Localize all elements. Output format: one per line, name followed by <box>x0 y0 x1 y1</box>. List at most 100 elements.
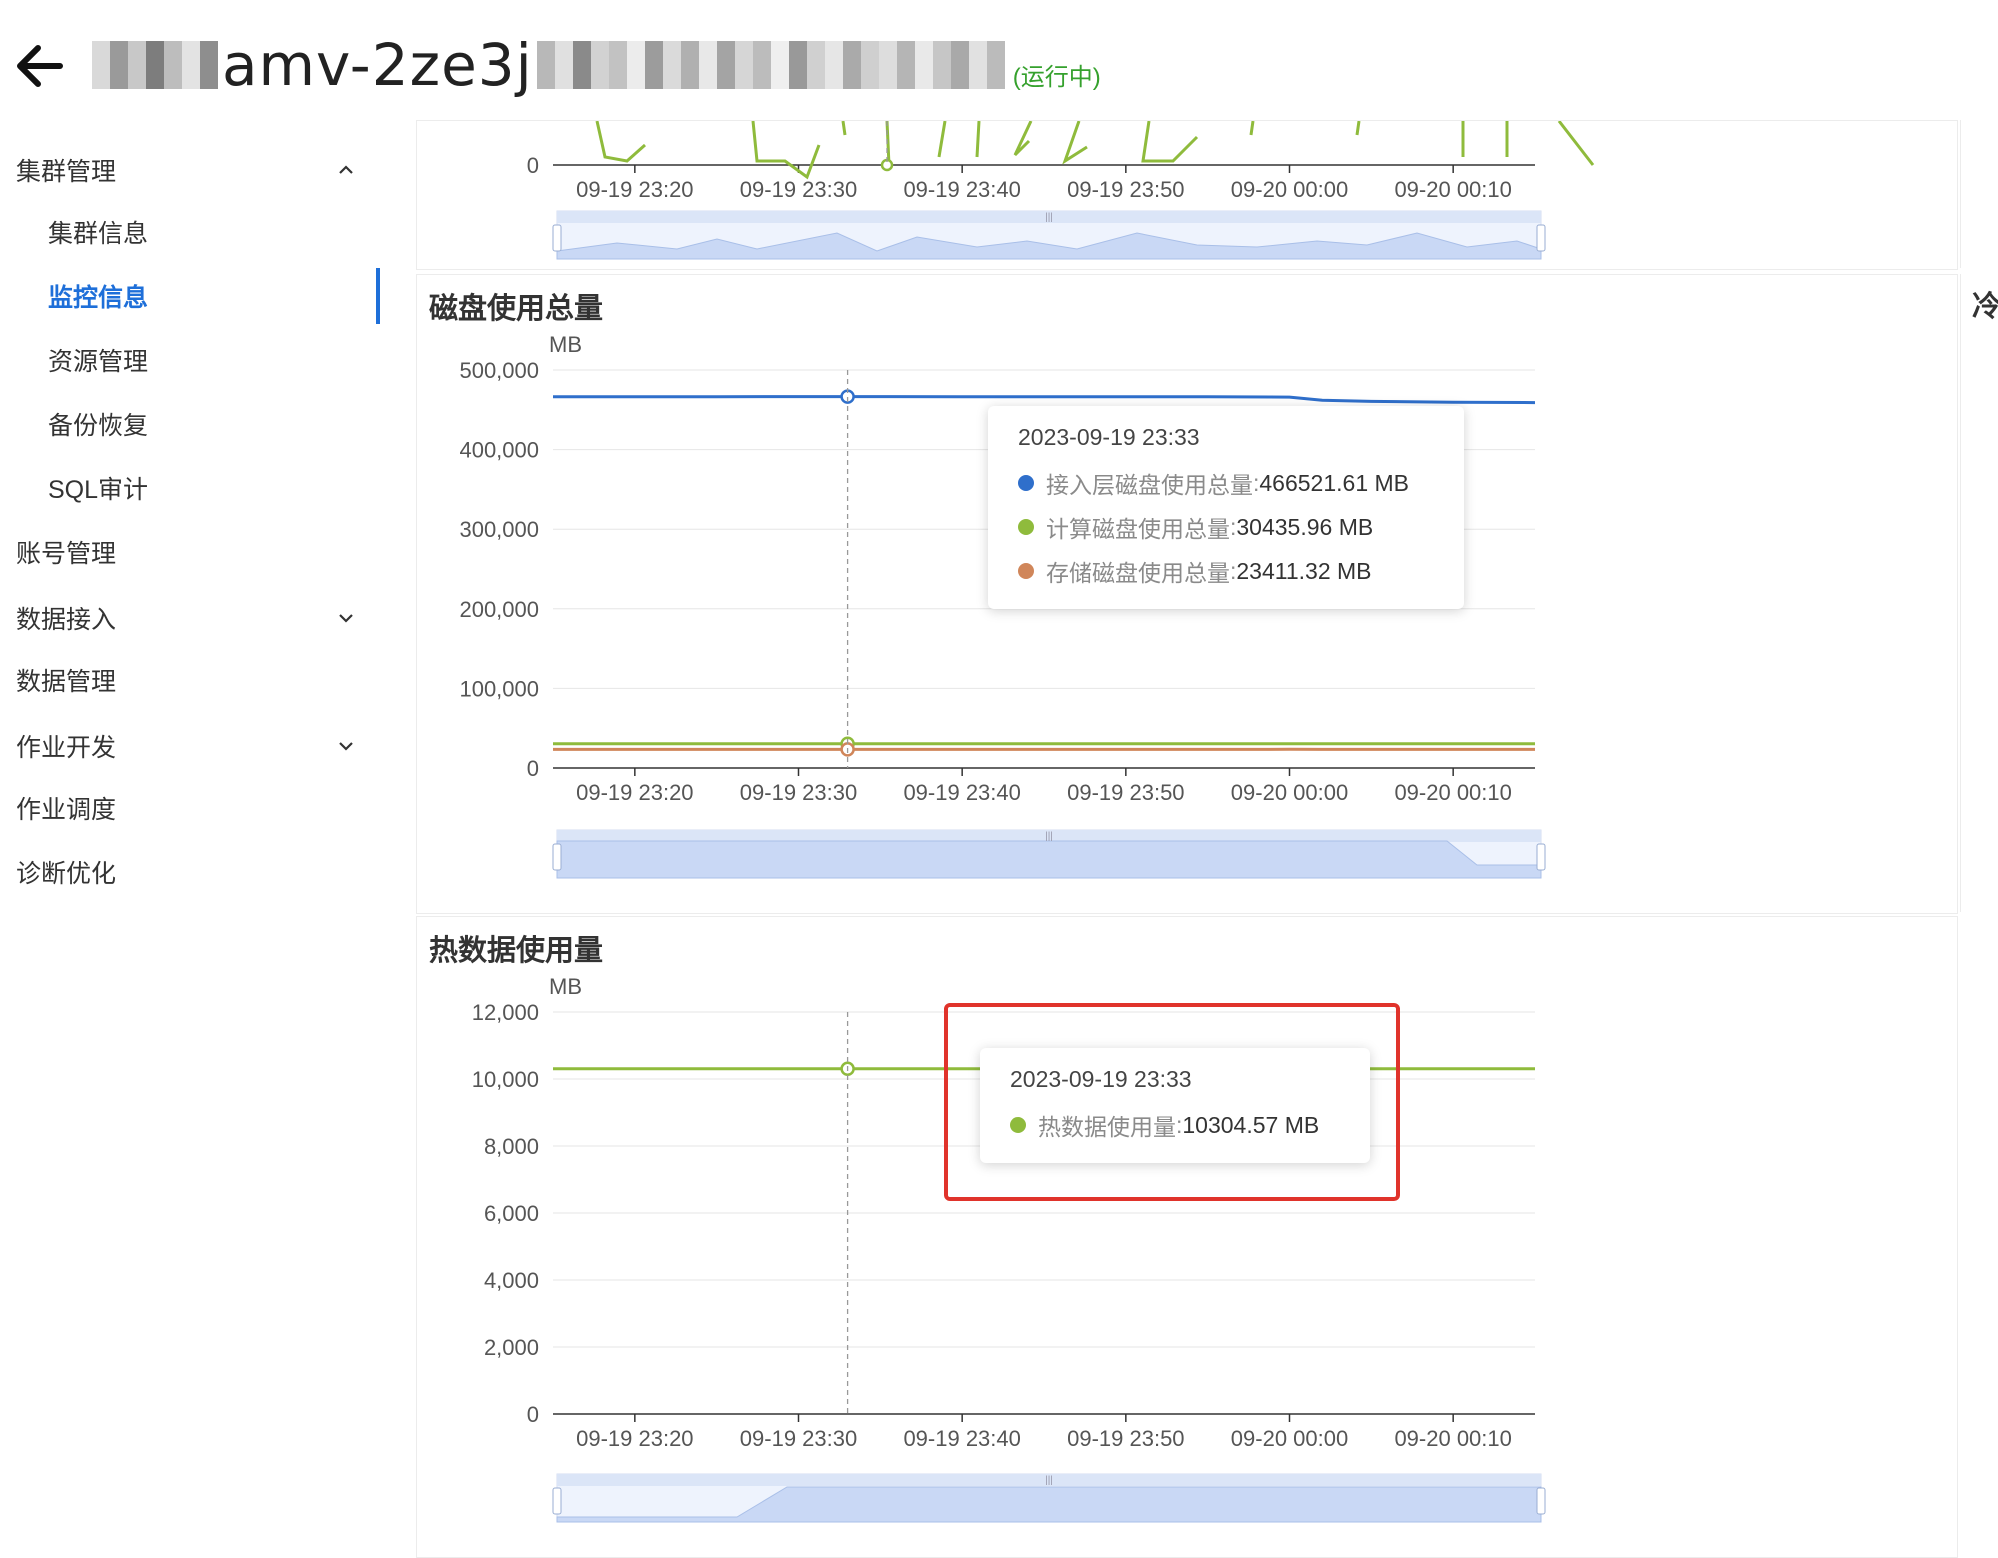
tooltip-row: 计算磁盘使用总量: 30435.96 MB <box>1018 505 1434 549</box>
series-dot <box>1018 563 1034 579</box>
sidebar-item-label: 监控信息 <box>48 278 148 314</box>
sidebar-group-cluster[interactable]: 集群管理 <box>0 142 378 198</box>
zoom-grip-icon: ||| <box>1045 1475 1053 1486</box>
x-tick-label: 09-19 23:20 <box>576 780 693 805</box>
y-tick-label: 0 <box>527 1402 539 1427</box>
x-tick-label: 09-20 00:00 <box>1231 780 1348 805</box>
sidebar-group-job-dev[interactable]: 作业开发 <box>0 718 378 774</box>
y-tick-label: 2,000 <box>484 1335 539 1360</box>
x-tick-label: 09-19 23:50 <box>1067 177 1184 202</box>
x-tick-label: 09-19 23:30 <box>740 177 857 202</box>
y-axis-unit-label: MB <box>549 974 582 999</box>
x-tick-label: 09-19 23:50 <box>1067 1426 1184 1451</box>
series-dot <box>1018 519 1034 535</box>
sidebar-item-label: SQL审计 <box>48 470 148 506</box>
page-header: amv-2ze3j (运行中) <box>0 0 1998 130</box>
x-tick-label: 09-19 23:50 <box>1067 780 1184 805</box>
tooltip-series-name: 计算磁盘使用总量 <box>1046 510 1230 544</box>
x-tick-label: 09-20 00:10 <box>1394 780 1511 805</box>
sidebar-item-cluster-info[interactable]: 集群信息 <box>0 204 378 260</box>
tooltip-value: 30435.96 MB <box>1236 514 1373 541</box>
y-tick-label: 0 <box>527 153 539 178</box>
y-tick-label: 8,000 <box>484 1134 539 1159</box>
zoom-grip-icon: ||| <box>1045 831 1053 842</box>
sidebar-item-label: 数据管理 <box>16 662 116 698</box>
y-tick-label: 400,000 <box>459 438 539 463</box>
partial-line-chart[interactable]: 0 09-19 23:20 09-19 23:30 09-19 23:40 09-19 … <box>417 121 1957 269</box>
adjacent-panel <box>1960 120 1998 268</box>
sidebar-item-accounts[interactable]: 账号管理 <box>0 524 378 580</box>
x-tick-label: 09-20 00:10 <box>1394 1426 1511 1451</box>
redacted-mosaic <box>537 37 1005 93</box>
sidebar-item-backup[interactable]: 备份恢复 <box>0 396 378 452</box>
chevron-down-icon <box>336 736 356 756</box>
instance-id-text: amv-2ze3j <box>222 31 533 99</box>
tooltip-series-name: 接入层磁盘使用总量 <box>1046 466 1253 500</box>
tooltip-series-name: 存储磁盘使用总量 <box>1046 554 1230 588</box>
sidebar-group-data-ingest[interactable]: 数据接入 <box>0 590 378 646</box>
y-axis-unit-label: MB <box>549 332 582 357</box>
zoom-handle-right <box>1537 1488 1545 1514</box>
sidebar-item-resources[interactable]: 资源管理 <box>0 332 378 388</box>
sidebar-item-label: 数据接入 <box>16 600 116 636</box>
zoom-grip-icon: ||| <box>1045 212 1053 223</box>
chart-panel-top: 0 09-19 23:20 09-19 23:30 09-19 23:40 09-19 … <box>416 120 1958 270</box>
tooltip-value: 23411.32 MB <box>1236 558 1371 585</box>
status-badge: (运行中) <box>1013 57 1101 92</box>
x-tick-label: 09-20 00:10 <box>1394 177 1511 202</box>
adjacent-chart-title: 冷 <box>1972 283 1998 325</box>
y-tick-label: 500,000 <box>459 358 539 383</box>
zoom-handle-left <box>553 844 561 870</box>
x-tick-label: 09-19 23:40 <box>903 177 1020 202</box>
x-tick-label: 09-19 23:30 <box>740 1426 857 1451</box>
sidebar-item-label: 资源管理 <box>48 342 148 378</box>
y-tick-label: 300,000 <box>459 517 539 542</box>
disk-total-tooltip: 2023-09-19 23:33 接入层磁盘使用总量: 466521.61 MB… <box>988 406 1464 609</box>
back-arrow-icon[interactable] <box>10 36 70 96</box>
sidebar-item-label: 备份恢复 <box>48 406 148 442</box>
x-tick-label: 09-20 00:00 <box>1231 1426 1348 1451</box>
x-tick-label: 09-19 23:20 <box>576 177 693 202</box>
x-tick-label: 09-20 00:00 <box>1231 177 1348 202</box>
x-tick-label: 09-19 23:40 <box>903 780 1020 805</box>
x-tick-label: 09-19 23:20 <box>576 1426 693 1451</box>
sidebar-item-label: 诊断优化 <box>16 854 116 890</box>
series-line <box>597 121 1593 177</box>
sidebar-item-diagnosis[interactable]: 诊断优化 <box>0 844 378 900</box>
y-tick-label: 4,000 <box>484 1268 539 1293</box>
instance-title: amv-2ze3j (运行中) <box>92 30 1101 100</box>
tooltip-row: 存储磁盘使用总量: 23411.32 MB <box>1018 549 1434 593</box>
series-line <box>553 397 1535 403</box>
sidebar-item-label: 集群管理 <box>16 152 116 188</box>
chevron-down-icon <box>336 608 356 628</box>
zoom-handle-right <box>1537 225 1545 251</box>
highlight-annotation-box <box>944 1003 1400 1201</box>
series-dot <box>1018 475 1034 491</box>
y-tick-label: 200,000 <box>459 597 539 622</box>
y-tick-label: 0 <box>527 756 539 781</box>
y-tick-label: 100,000 <box>459 676 539 701</box>
tooltip-row: 接入层磁盘使用总量: 466521.61 MB <box>1018 461 1434 505</box>
redacted-mosaic <box>92 37 218 93</box>
y-tick-label: 12,000 <box>472 1000 539 1025</box>
y-tick-label: 6,000 <box>484 1201 539 1226</box>
sidebar-item-label: 作业调度 <box>16 790 116 826</box>
zoom-preview-area <box>557 841 1541 878</box>
chevron-up-icon <box>336 160 356 180</box>
sidebar-item-label: 账号管理 <box>16 534 116 570</box>
sidebar-item-data-manage[interactable]: 数据管理 <box>0 652 378 708</box>
sidebar-item-label: 集群信息 <box>48 214 148 250</box>
sidebar-item-job-schedule[interactable]: 作业调度 <box>0 780 378 836</box>
tooltip-value: 466521.61 MB <box>1259 470 1409 497</box>
adjacent-panel <box>1960 274 1998 912</box>
x-tick-label: 09-19 23:30 <box>740 780 857 805</box>
tooltip-time: 2023-09-19 23:33 <box>1018 424 1434 451</box>
zoom-handle-left <box>553 225 561 251</box>
sidebar-item-monitoring[interactable]: 监控信息 <box>0 268 378 324</box>
sidebar-item-label: 作业开发 <box>16 728 116 764</box>
sidebar-item-sql-audit[interactable]: SQL审计 <box>0 460 378 516</box>
monitoring-content: 0 09-19 23:20 09-19 23:30 09-19 23:40 09-19 … <box>380 130 1998 1556</box>
y-tick-label: 10,000 <box>472 1067 539 1092</box>
zoom-handle-left <box>553 1488 561 1514</box>
zoom-handle-right <box>1537 844 1545 870</box>
